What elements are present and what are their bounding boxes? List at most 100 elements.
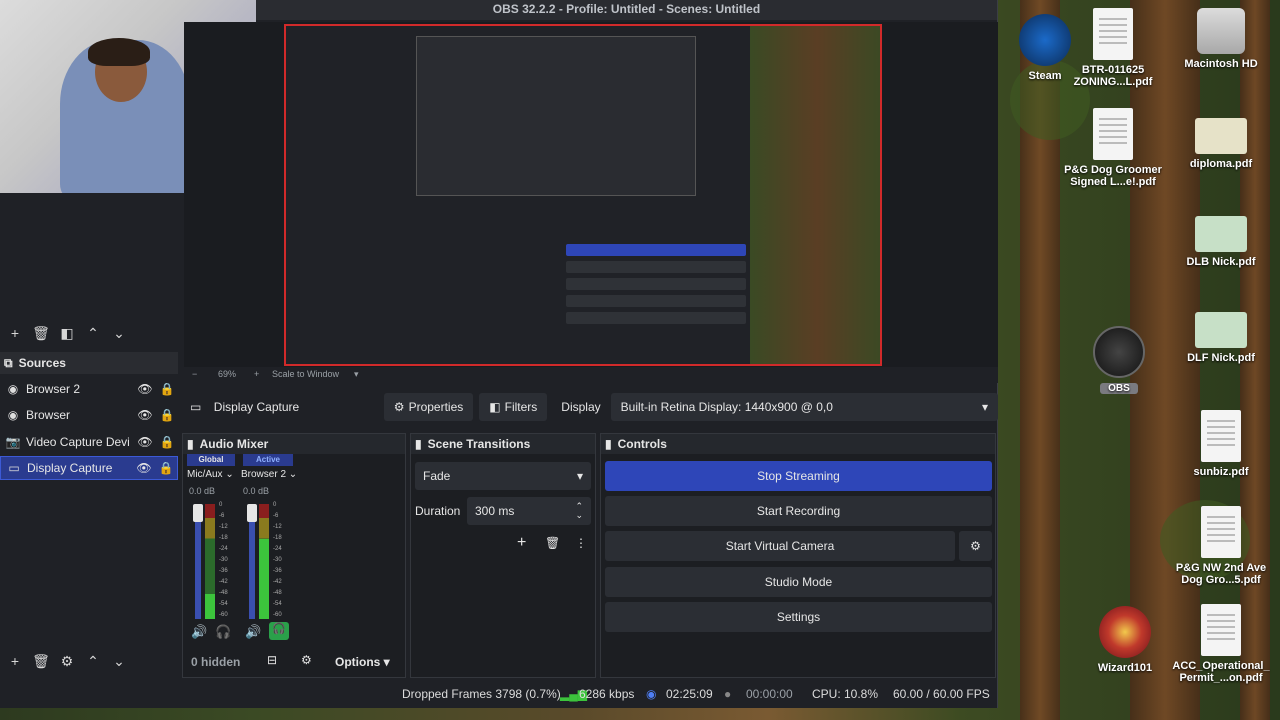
headphones-icon[interactable]: 🎧 bbox=[269, 622, 289, 640]
desktop-icon-wizard101[interactable]: Wizard101 bbox=[1070, 606, 1180, 674]
studio-mode-button[interactable]: Studio Mode bbox=[605, 567, 992, 597]
eye-icon[interactable]: 👁 bbox=[134, 382, 156, 396]
meter-tick-label: 0 bbox=[219, 502, 223, 508]
move-down-button[interactable]: ⌄ bbox=[106, 323, 132, 343]
transitions-icon: ▮ bbox=[415, 437, 422, 451]
lock-icon[interactable]: 🔒 bbox=[156, 382, 178, 396]
desktop-icon-sunbiz[interactable]: sunbiz.pdf bbox=[1166, 410, 1276, 478]
lock-icon[interactable]: 🔒 bbox=[156, 435, 178, 449]
mixer-tab-global[interactable]: Global bbox=[187, 454, 235, 466]
preview-canvas[interactable] bbox=[184, 22, 998, 367]
duration-label: Duration bbox=[415, 504, 461, 518]
spin-stepper[interactable]: ⌃ ⌄ bbox=[575, 502, 583, 520]
desktop-icon-macintosh-hd[interactable]: Macintosh HD bbox=[1166, 8, 1276, 70]
start-virtual-camera-button[interactable]: Start Virtual Camera bbox=[605, 531, 955, 561]
gear-icon[interactable]: ⚙ bbox=[959, 531, 992, 561]
move-down-button[interactable]: ⌄ bbox=[106, 651, 132, 671]
scale-mode[interactable]: Scale to Window bbox=[272, 369, 339, 379]
hard-drive-icon bbox=[1197, 8, 1245, 54]
desktop-icon-pg-dog-groomer[interactable]: P&G Dog Groomer Signed L...e!.pdf bbox=[1058, 108, 1168, 188]
desktop-icon-dlf-nick[interactable]: DLF Nick.pdf bbox=[1166, 312, 1276, 364]
filters-button[interactable]: ◧ Filters bbox=[479, 393, 548, 421]
meter-tick-label: 0 bbox=[273, 502, 277, 508]
meter-tick-label: -42 bbox=[219, 579, 228, 585]
zoom-in-button[interactable]: + bbox=[254, 369, 259, 379]
pdf-file-icon bbox=[1195, 216, 1247, 252]
source-item-video-capture[interactable]: 📷 Video Capture Devi 👁 🔒 bbox=[0, 430, 178, 454]
filters-icon[interactable]: ◧ bbox=[54, 323, 80, 343]
obs-icon bbox=[1093, 326, 1145, 378]
move-up-button[interactable]: ⌃ bbox=[80, 323, 106, 343]
mixer-db-value: 0.0 dB bbox=[243, 486, 270, 496]
wizard101-icon bbox=[1099, 606, 1151, 658]
desktop-icon-diploma[interactable]: diploma.pdf bbox=[1166, 118, 1276, 170]
desktop-icon-pg-nw-2nd-ave[interactable]: P&G NW 2nd Ave Dog Gro...5.pdf bbox=[1166, 506, 1276, 586]
eye-icon[interactable]: 👁 bbox=[134, 408, 156, 422]
dropped-frames: Dropped Frames 3798 (0.7%) bbox=[402, 687, 561, 701]
mini-settings bbox=[566, 312, 746, 324]
duration-input[interactable]: 300 ms ⌃ ⌄ bbox=[467, 497, 591, 525]
gear-icon[interactable]: ⚙ bbox=[301, 653, 312, 667]
sources-icon: ⧉ bbox=[4, 355, 13, 370]
mixer-options-button[interactable]: Options ▾ bbox=[335, 655, 390, 669]
lock-icon[interactable]: 🔒 bbox=[155, 461, 177, 475]
properties-button[interactable]: ⚙ Properties bbox=[383, 393, 474, 421]
desktop-icon-acc-permit[interactable]: ACC_Operational_ Permit_...on.pdf bbox=[1166, 604, 1276, 684]
add-source-button[interactable]: + bbox=[2, 651, 28, 671]
scene-transitions-dock: ▮ Scene Transitions Fade ▾ Duration 300 … bbox=[410, 433, 596, 678]
audio-mixer-title: ▮ Audio Mixer bbox=[183, 434, 405, 454]
zoom-out-button[interactable]: − bbox=[192, 369, 197, 379]
transition-select[interactable]: Fade ▾ bbox=[415, 462, 591, 490]
trash-icon[interactable]: 🗑 bbox=[28, 651, 54, 671]
meter-tick-label: -6 bbox=[219, 513, 225, 519]
mini-start-recording bbox=[566, 261, 746, 273]
level-meter bbox=[205, 504, 215, 619]
trash-icon[interactable]: 🗑 bbox=[545, 536, 560, 550]
trash-icon[interactable]: 🗑 bbox=[28, 323, 54, 343]
mixer-channel-name[interactable]: Mic/Aux ⌄ bbox=[187, 469, 234, 480]
meter-tick-label: -60 bbox=[273, 612, 282, 618]
mini-studio-mode bbox=[566, 295, 746, 307]
add-scene-button[interactable]: + bbox=[2, 323, 28, 343]
context-source-name: Display Capture bbox=[213, 400, 300, 414]
speaker-icon[interactable]: 🔊 bbox=[191, 624, 207, 640]
meter-tick-label: -54 bbox=[273, 601, 282, 607]
gear-icon[interactable]: ⚙ bbox=[54, 651, 80, 671]
scenes-panel: + 🗑 ◧ ⌃ ⌄ bbox=[0, 193, 178, 348]
gear-icon: ⚙ bbox=[393, 400, 405, 414]
status-bar: Dropped Frames 3798 (0.7%) ▂▄▆ 6286 kbps… bbox=[0, 682, 998, 706]
stop-streaming-button[interactable]: Stop Streaming bbox=[605, 461, 992, 491]
add-transition-button[interactable]: + bbox=[517, 534, 526, 552]
source-item-browser-2[interactable]: ◉ Browser 2 👁 🔒 bbox=[0, 377, 178, 401]
pdf-file-icon bbox=[1093, 8, 1133, 60]
chevron-down-icon[interactable]: ▾ bbox=[354, 369, 359, 380]
desktop-icon-obs[interactable]: OBS bbox=[1064, 326, 1174, 394]
fader-knob[interactable] bbox=[247, 504, 257, 522]
desktop-icon-btr[interactable]: BTR-011625 ZONING...L.pdf bbox=[1058, 8, 1168, 88]
lock-icon[interactable]: 🔒 bbox=[156, 408, 178, 422]
chevron-down-icon: ▾ bbox=[576, 469, 583, 483]
eye-icon[interactable]: 👁 bbox=[133, 461, 155, 475]
settings-button[interactable]: Settings bbox=[605, 602, 992, 632]
source-item-browser[interactable]: ◉ Browser 👁 🔒 bbox=[0, 403, 178, 427]
meter-tick-label: -36 bbox=[273, 568, 282, 574]
fader-knob[interactable] bbox=[193, 504, 203, 522]
more-icon[interactable]: ⋮ bbox=[575, 536, 587, 550]
globe-icon: ◉ bbox=[7, 408, 19, 422]
mixer-icon: ▮ bbox=[187, 437, 194, 451]
display-select[interactable]: Built-in Retina Display: 1440x900 @ 0,0 … bbox=[610, 393, 998, 421]
layout-icon[interactable]: ⊟ bbox=[267, 653, 277, 667]
mixer-tab-active[interactable]: Active bbox=[243, 454, 293, 466]
bitrate: 6286 kbps bbox=[579, 687, 635, 701]
speaker-icon[interactable]: 🔊 bbox=[245, 624, 261, 640]
headphones-off-icon[interactable]: 🎧 bbox=[215, 624, 231, 640]
chevron-down-icon: ▾ bbox=[981, 400, 988, 414]
source-item-display-capture[interactable]: ▭ Display Capture 👁 🔒 bbox=[0, 456, 178, 480]
move-up-button[interactable]: ⌃ bbox=[80, 651, 106, 671]
mixer-channel-name[interactable]: Browser 2 ⌄ bbox=[241, 469, 297, 480]
meter-tick-label: -18 bbox=[273, 535, 282, 541]
eye-icon[interactable]: 👁 bbox=[134, 435, 156, 449]
start-recording-button[interactable]: Start Recording bbox=[605, 496, 992, 526]
desktop-icon-dlb-nick[interactable]: DLB Nick.pdf bbox=[1166, 216, 1276, 268]
pdf-file-icon bbox=[1093, 108, 1133, 160]
